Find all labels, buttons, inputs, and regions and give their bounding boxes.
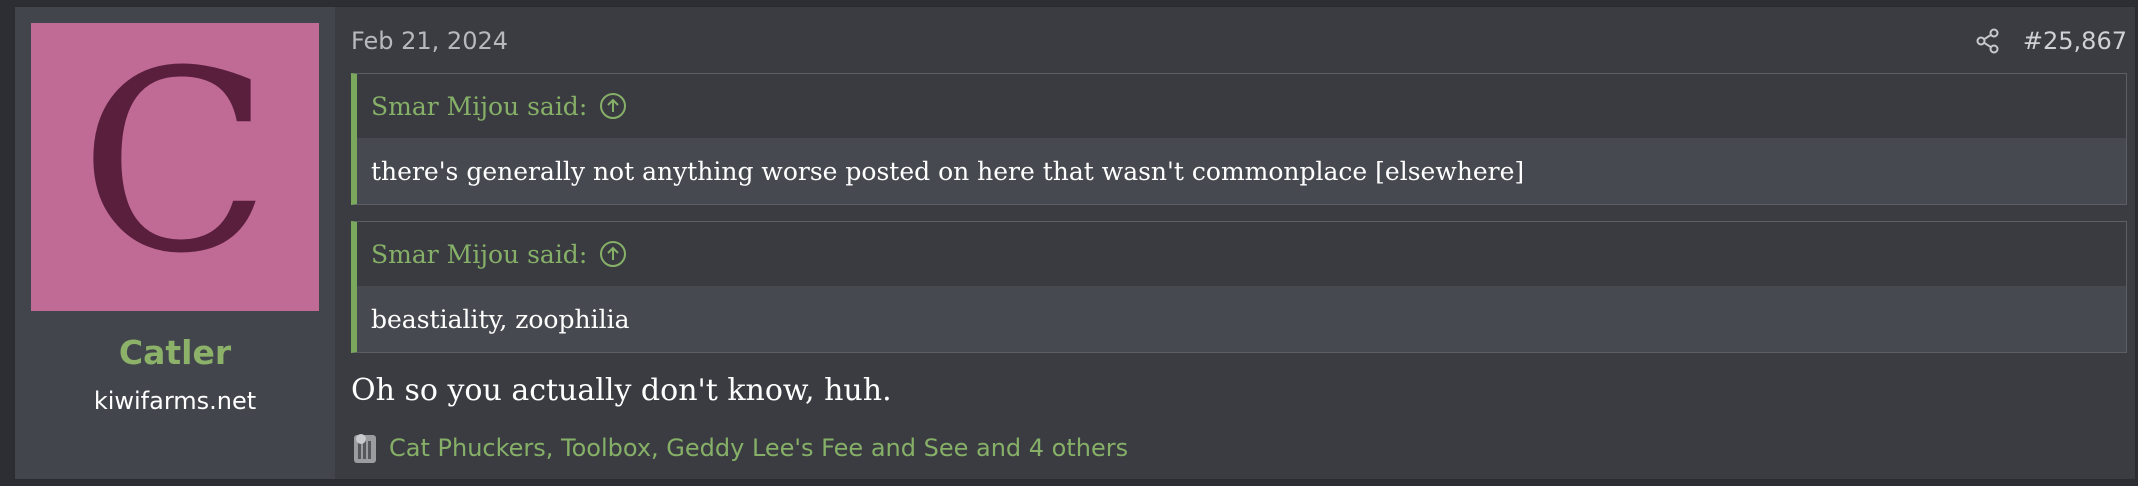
quote-author-link[interactable]: Smar Mijou said: bbox=[371, 92, 587, 121]
quote-block: Smar Mijou said: beastiality, zoophilia bbox=[351, 221, 2127, 353]
post-message: Oh so you actually don't know, huh. bbox=[351, 373, 892, 408]
post-main: Feb 21, 2024 #25,867 Smar Mijou said: th… bbox=[351, 7, 2127, 479]
quote-header: Smar Mijou said: bbox=[357, 222, 2126, 286]
reaction-icon bbox=[351, 431, 381, 465]
post-container: C Catler kiwifarms.net Feb 21, 2024 #25,… bbox=[14, 6, 2136, 480]
user-info-panel: C Catler kiwifarms.net bbox=[15, 7, 335, 479]
arrow-up-circle-icon[interactable] bbox=[599, 92, 627, 120]
post-number-link[interactable]: #25,867 bbox=[2023, 27, 2127, 55]
post-date-link[interactable]: Feb 21, 2024 bbox=[351, 27, 508, 55]
post-actions: #25,867 bbox=[1975, 27, 2127, 55]
arrow-up-circle-icon[interactable] bbox=[599, 240, 627, 268]
share-icon[interactable] bbox=[1975, 28, 2001, 54]
user-title: kiwifarms.net bbox=[93, 387, 257, 415]
quote-author-link[interactable]: Smar Mijou said: bbox=[371, 240, 587, 269]
reactions-list-link[interactable]: Cat Phuckers, Toolbox, Geddy Lee's Fee a… bbox=[389, 434, 1128, 462]
quote-header: Smar Mijou said: bbox=[357, 74, 2126, 138]
username-link[interactable]: Catler bbox=[15, 333, 335, 372]
quote-block: Smar Mijou said: there's generally not a… bbox=[351, 73, 2127, 205]
avatar[interactable]: C bbox=[31, 23, 319, 311]
avatar-letter: C bbox=[79, 23, 271, 308]
quote-text: beastiality, zoophilia bbox=[357, 286, 2126, 352]
quote-text: there's generally not anything worse pos… bbox=[357, 138, 2126, 204]
reactions-bar: Cat Phuckers, Toolbox, Geddy Lee's Fee a… bbox=[351, 431, 1128, 465]
